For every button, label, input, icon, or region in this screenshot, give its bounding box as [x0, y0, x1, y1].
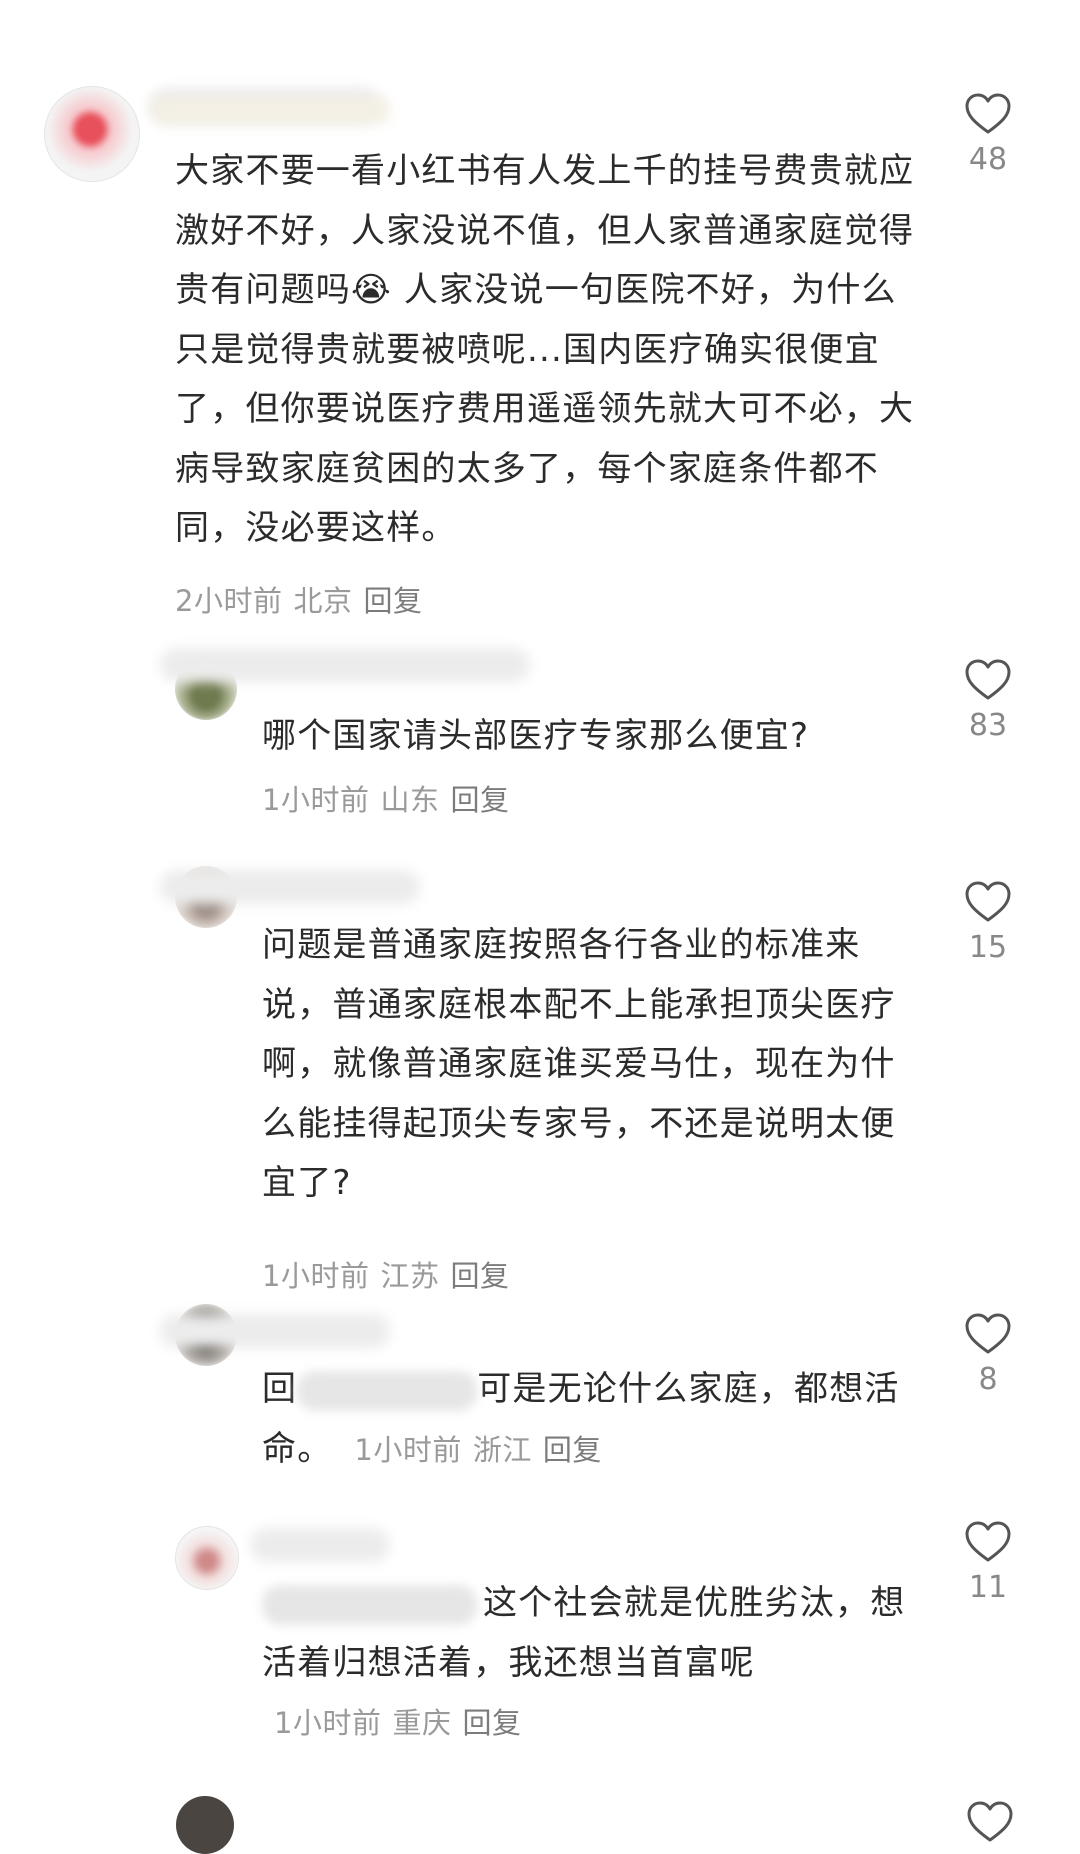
reply-button[interactable]: 回复	[450, 1259, 509, 1293]
reply-prefix: 回	[262, 1369, 298, 1409]
username-redacted[interactable]	[250, 1528, 390, 1562]
comment-location: 浙江	[472, 1432, 532, 1467]
comment-text: 大家不要一看小红书有人发上千的挂号费贵就应激好不好，人家没说不值，但人家普通家庭…	[175, 151, 915, 548]
comment-meta: 1小时前 重庆 回复	[274, 1706, 532, 1740]
like-count: 48	[968, 142, 1008, 177]
username-redacted[interactable]	[160, 648, 530, 682]
comment-time: 2小时前	[175, 584, 283, 618]
like-button[interactable]: 48	[958, 92, 1018, 177]
like-button[interactable]: 11	[958, 1520, 1018, 1605]
comment-meta: 1小时前 江苏 回复	[262, 1253, 520, 1295]
heart-outline-icon	[965, 1521, 1011, 1562]
heart-outline-icon	[965, 1313, 1011, 1354]
reply-button[interactable]: 回复	[363, 584, 422, 618]
heart-outline-icon	[965, 659, 1011, 700]
avatar[interactable]	[44, 86, 140, 182]
heart-outline-icon	[965, 93, 1011, 134]
comment-location: 北京	[293, 584, 353, 618]
comment-time: 1小时前	[262, 783, 370, 817]
comment-location: 重庆	[392, 1706, 452, 1740]
reply-button[interactable]: 回复	[450, 783, 509, 817]
comment-text: 问题是普通家庭按照各行各业的标准来说，普通家庭根本配不上能承担顶尖医疗啊，就像普…	[262, 925, 896, 1203]
comment-item: 这个社会就是优胜劣汰，想活着归想活着，我还想当首富呢1小时前 重庆 回复 11	[0, 1504, 1080, 1764]
username-redacted[interactable]	[160, 1314, 390, 1348]
comment-meta: 1小时前 山东 回复	[262, 777, 520, 819]
username-redacted[interactable]	[160, 870, 420, 904]
heart-outline-icon	[967, 1801, 1013, 1842]
like-button[interactable]: 8	[958, 1312, 1018, 1397]
like-button[interactable]: 83	[958, 658, 1018, 743]
avatar[interactable]	[175, 1526, 239, 1590]
mention-redacted[interactable]	[262, 1584, 477, 1625]
comment-meta: 2小时前 北京 回复	[175, 578, 433, 620]
avatar[interactable]	[176, 1796, 234, 1854]
like-button[interactable]	[966, 1800, 1014, 1848]
comment-text: 回可是无论什么家庭，都想活命。 1小时前 浙江 回复	[262, 1360, 902, 1480]
comment-location: 江苏	[380, 1259, 440, 1293]
like-count: 8	[978, 1362, 998, 1397]
like-count: 15	[968, 930, 1008, 965]
comment-item: 大家不要一看小红书有人发上千的挂号费贵就应激好不好，人家没说不值，但人家普通家庭…	[0, 0, 1080, 620]
comment-time: 1小时前	[274, 1706, 382, 1740]
like-button[interactable]: 15	[958, 880, 1018, 965]
comment-meta: 1小时前 浙江 回复	[354, 1433, 612, 1467]
mention-redacted[interactable]	[297, 1370, 478, 1411]
username-redacted	[150, 96, 390, 124]
comment-item: 回可是无论什么家庭，都想活命。 1小时前 浙江 回复 8	[0, 1296, 1080, 1496]
reply-button[interactable]: 回复	[462, 1706, 521, 1740]
comment-location: 山东	[380, 783, 440, 817]
comment-text: 哪个国家请头部医疗专家那么便宜?	[262, 716, 810, 756]
comment-time: 1小时前	[262, 1259, 370, 1293]
reply-button[interactable]: 回复	[543, 1433, 602, 1467]
comment-item: 问题是普通家庭按照各行各业的标准来说，普通家庭根本配不上能承担顶尖医疗啊，就像普…	[0, 850, 1080, 1293]
like-count: 83	[968, 708, 1008, 743]
comment-item: 哪个国家请头部医疗专家那么便宜? 1小时前 山东 回复 83	[0, 640, 1080, 820]
heart-outline-icon	[965, 881, 1011, 922]
comment-text: 这个社会就是优胜劣汰，想活着归想活着，我还想当首富呢1小时前 重庆 回复	[262, 1574, 912, 1754]
comment-time: 1小时前	[354, 1432, 462, 1467]
like-count: 11	[968, 1570, 1008, 1605]
